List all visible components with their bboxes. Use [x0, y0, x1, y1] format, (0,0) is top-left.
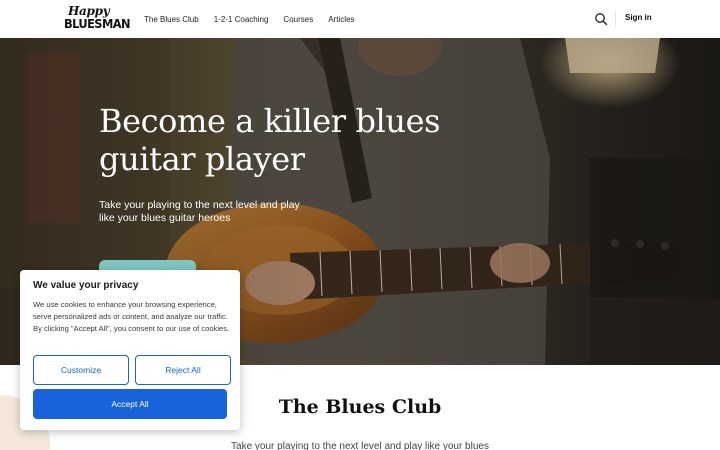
nav-link-blues-club[interactable]: The Blues Club: [144, 15, 199, 24]
header-divider: [615, 11, 616, 27]
search-icon[interactable]: [594, 12, 608, 26]
hero-subtitle: Take your playing to the next level and …: [99, 199, 300, 224]
cookie-title: We value your privacy: [33, 280, 139, 291]
cookie-text: We use cookies to enhance your browsing …: [33, 300, 230, 333]
reject-all-button[interactable]: Reject All: [135, 355, 231, 385]
sign-in-link[interactable]: Sign in: [625, 13, 652, 22]
site-header: Happy BLUESMAN The Blues Club 1-2-1 Coac…: [0, 0, 720, 38]
logo-text-top: Happy: [68, 4, 110, 18]
nav-link-coaching[interactable]: 1-2-1 Coaching: [214, 15, 269, 24]
cookie-consent-banner: We value your privacy We use cookies to …: [20, 270, 240, 430]
nav-link-articles[interactable]: Articles: [328, 15, 354, 24]
accept-all-button[interactable]: Accept All: [33, 389, 227, 419]
logo-text-bottom: BLUESMAN: [64, 17, 131, 31]
hero-title: Become a killer blues guitar player: [99, 102, 441, 178]
customize-button[interactable]: Customize: [33, 355, 129, 385]
section-subtitle: Take your playing to the next level and …: [231, 441, 489, 450]
main-nav: The Blues Club 1-2-1 Coaching Courses Ar…: [144, 0, 354, 38]
happy-bluesman-logo[interactable]: Happy BLUESMAN: [64, 4, 131, 34]
nav-link-courses[interactable]: Courses: [283, 15, 313, 24]
